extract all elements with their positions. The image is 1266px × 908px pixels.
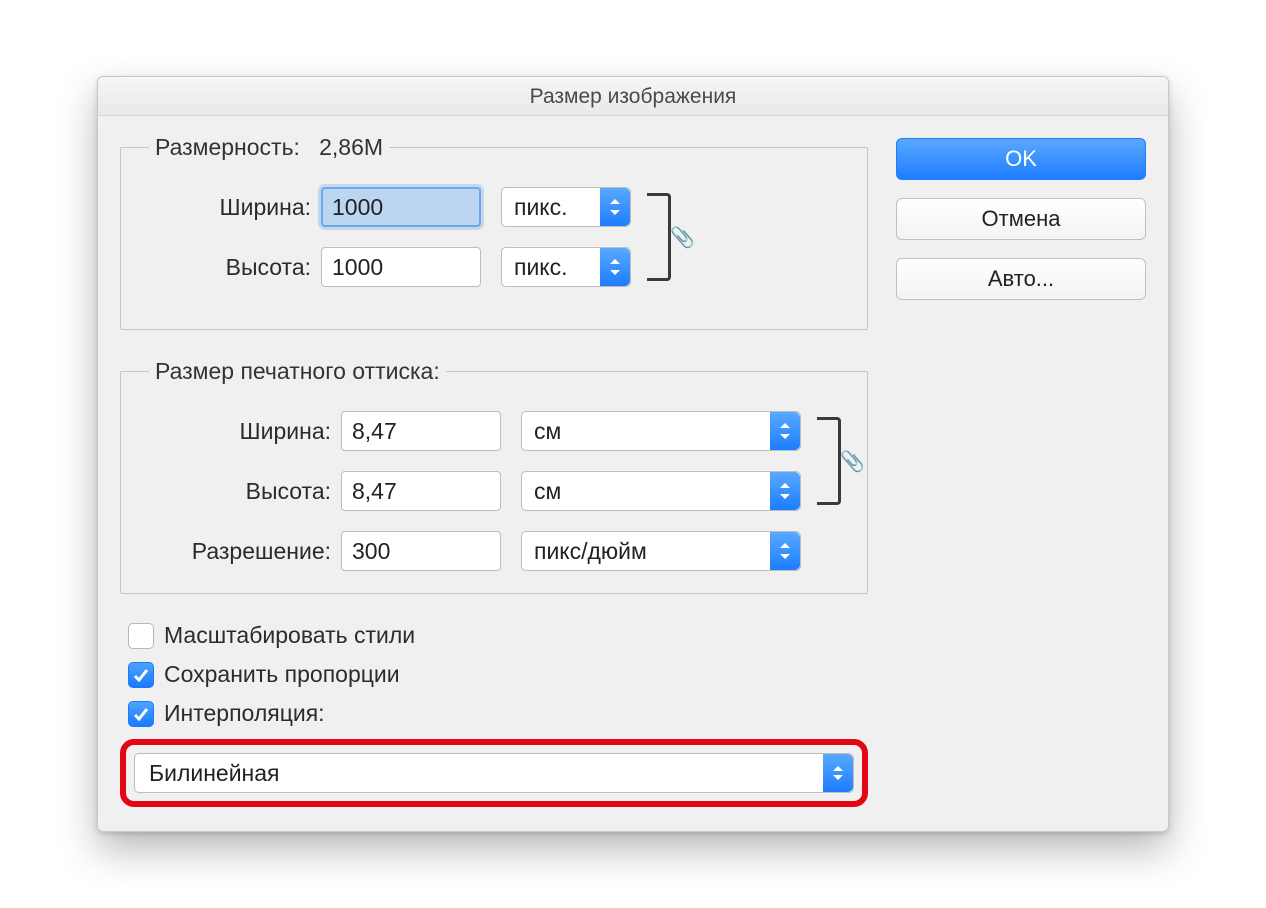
pixel-dimensions-group: Размерность: 2,86M Ширина: пикс. Высота: — [120, 134, 868, 330]
scale-styles-row[interactable]: Масштабировать стили — [120, 622, 868, 649]
dimensions-legend-label: Размерность: — [155, 134, 300, 160]
pixel-height-unit-select[interactable]: пикс. — [501, 247, 631, 287]
link-icon: 📎 — [670, 225, 695, 250]
interpolation-row[interactable]: Интерполяция: — [120, 700, 868, 727]
pixel-width-unit-value: пикс. — [514, 194, 568, 221]
chevron-updown-icon — [823, 754, 853, 792]
resolution-label: Разрешение: — [141, 538, 341, 565]
print-size-group: Размер печатного оттиска: Ширина: см Выс… — [120, 358, 868, 594]
pixel-dimensions-legend: Размерность: 2,86M — [149, 134, 389, 161]
chevron-updown-icon — [770, 472, 800, 510]
link-icon: 📎 — [840, 449, 865, 474]
pixel-height-input[interactable] — [321, 247, 481, 287]
resolution-unit-select[interactable]: пикс/дюйм — [521, 531, 801, 571]
chevron-updown-icon — [770, 532, 800, 570]
print-height-label: Высота: — [141, 478, 341, 505]
scale-styles-checkbox[interactable] — [128, 623, 154, 649]
interpolation-method-value: Билинейная — [149, 760, 280, 787]
cancel-button[interactable]: Отмена — [896, 198, 1146, 240]
chevron-updown-icon — [770, 412, 800, 450]
print-height-unit-value: см — [534, 478, 561, 505]
auto-button[interactable]: Авто... — [896, 258, 1146, 300]
pixel-height-unit-value: пикс. — [514, 254, 568, 281]
pixel-height-label: Высота: — [141, 254, 321, 281]
resolution-input[interactable] — [341, 531, 501, 571]
ok-button[interactable]: OK — [896, 138, 1146, 180]
constrain-proportions-checkbox[interactable] — [128, 662, 154, 688]
print-height-unit-select[interactable]: см — [521, 471, 801, 511]
print-height-input[interactable] — [341, 471, 501, 511]
print-size-legend: Размер печатного оттиска: — [149, 358, 446, 385]
pixel-width-label: Ширина: — [141, 194, 321, 221]
chevron-updown-icon — [600, 188, 630, 226]
pixel-width-unit-select[interactable]: пикс. — [501, 187, 631, 227]
print-width-input[interactable] — [341, 411, 501, 451]
chevron-updown-icon — [600, 248, 630, 286]
image-size-dialog: Размер изображения Размерность: 2,86M Ши… — [97, 76, 1169, 832]
scale-styles-label: Масштабировать стили — [164, 622, 415, 649]
constrain-proportions-label: Сохранить пропорции — [164, 661, 400, 688]
print-width-label: Ширина: — [141, 418, 341, 445]
interpolation-checkbox[interactable] — [128, 701, 154, 727]
constrain-bracket-icon — [817, 417, 841, 505]
print-width-unit-select[interactable]: см — [521, 411, 801, 451]
constrain-proportions-row[interactable]: Сохранить пропорции — [120, 661, 868, 688]
interpolation-method-select[interactable]: Билинейная — [134, 753, 854, 793]
interpolation-label: Интерполяция: — [164, 700, 325, 727]
dimensions-size-value: 2,86M — [319, 134, 383, 160]
print-width-unit-value: см — [534, 418, 561, 445]
interpolation-highlight: Билинейная — [120, 739, 868, 807]
constrain-bracket-icon — [647, 193, 671, 281]
pixel-width-input[interactable] — [321, 187, 481, 227]
resolution-unit-value: пикс/дюйм — [534, 538, 647, 565]
dialog-title: Размер изображения — [98, 77, 1168, 116]
